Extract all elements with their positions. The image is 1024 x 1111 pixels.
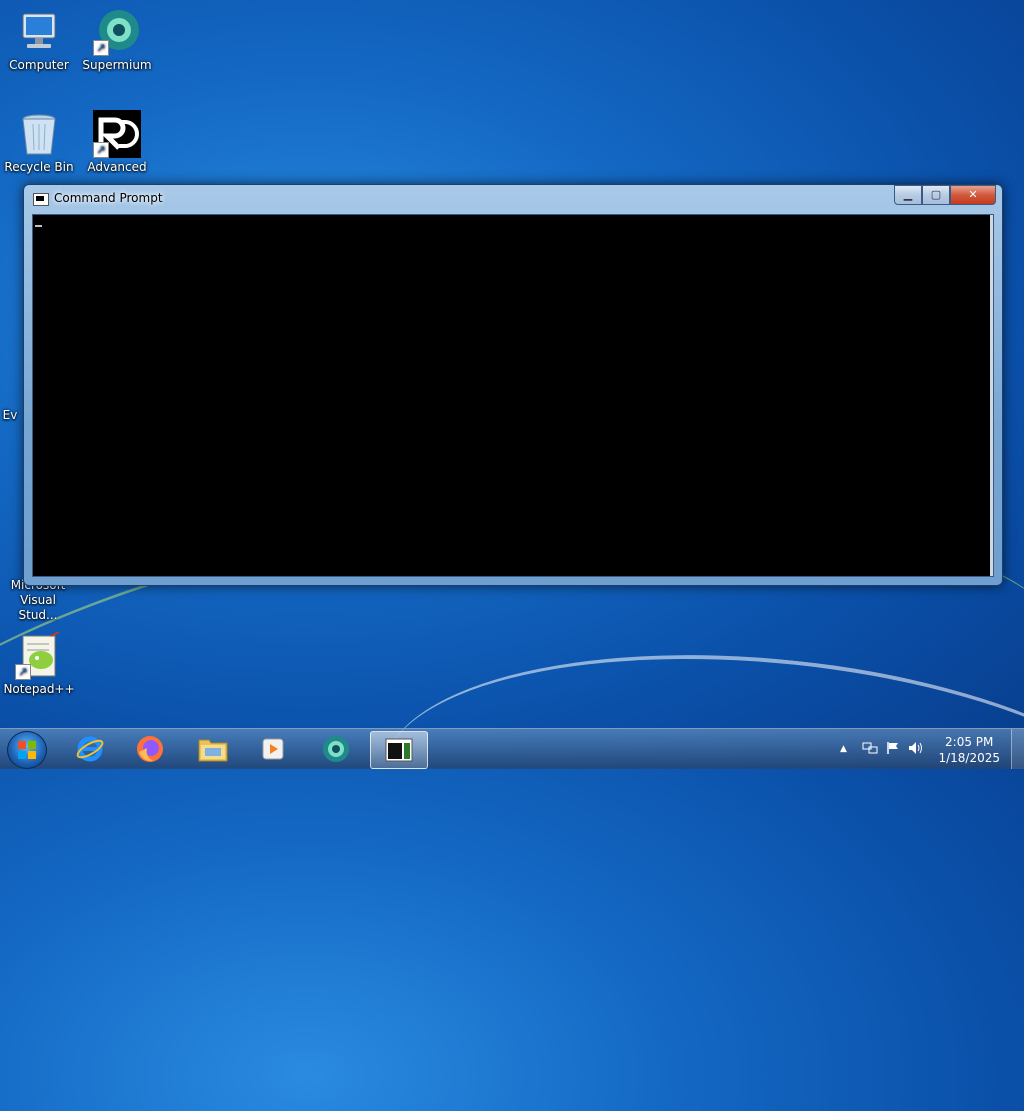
- show-hidden-icons-button[interactable]: ▲: [840, 744, 847, 754]
- desktop-icon-supermium[interactable]: ↗ Supermium: [79, 8, 155, 73]
- recycle-bin-icon: [15, 110, 63, 158]
- desktop-icon-label: Notepad++: [3, 682, 75, 696]
- clock-time: 2:05 PM: [945, 735, 994, 749]
- desktop-icon-computer[interactable]: Computer: [1, 8, 77, 73]
- clock[interactable]: 2:05 PM 1/18/2025: [938, 734, 1000, 766]
- windows-logo-icon: [18, 741, 36, 759]
- taskbar: ▲ 2:05 PM 1/18/2025: [0, 728, 1024, 769]
- computer-icon: [15, 8, 63, 56]
- desktop-icon-label: Advanced: [87, 160, 147, 174]
- desktop-icon-recycle-bin[interactable]: Recycle Bin: [1, 110, 77, 175]
- notepad-plus-plus-icon: ↗: [15, 631, 63, 680]
- minimize-button[interactable]: ▁: [894, 185, 922, 205]
- firefox-icon: [137, 736, 163, 762]
- shortcut-arrow-icon: ↗: [15, 664, 31, 680]
- taskbar-item-firefox[interactable]: [122, 731, 178, 767]
- show-desktop-button[interactable]: [1011, 729, 1024, 769]
- taskbar-item-command-prompt[interactable]: [370, 731, 428, 769]
- desktop-icon-label: Computer: [9, 58, 69, 72]
- advanced-app-icon: ↗: [93, 110, 141, 158]
- maximize-button[interactable]: ▢: [922, 185, 950, 205]
- volume-icon[interactable]: [908, 741, 924, 758]
- ie-icon: [76, 736, 104, 762]
- cmd-icon: [385, 738, 413, 762]
- desktop-icon-notepad-plus-plus[interactable]: ↗ Notepad++: [1, 631, 77, 697]
- console-area[interactable]: [32, 214, 994, 577]
- shortcut-arrow-icon: ↗: [93, 40, 109, 56]
- taskbar-item-media-player[interactable]: [245, 731, 301, 767]
- clock-date: 1/18/2025: [938, 751, 1000, 765]
- close-button[interactable]: ✕: [950, 185, 996, 205]
- shortcut-arrow-icon: ↗: [93, 142, 109, 158]
- supermium-icon: ↗: [93, 8, 141, 56]
- window-title: Command Prompt: [54, 191, 163, 205]
- desktop-icon-label: Recycle Bin: [4, 160, 74, 174]
- cmd-icon[interactable]: [33, 193, 49, 206]
- command-prompt-window[interactable]: Command Prompt ▁ ▢ ✕: [23, 184, 1003, 586]
- window-controls: ▁ ▢ ✕: [894, 185, 996, 205]
- network-icon[interactable]: [862, 741, 878, 758]
- folder-icon: [198, 739, 228, 762]
- vertical-scrollbar[interactable]: [990, 215, 993, 576]
- action-center-flag-icon[interactable]: [886, 741, 900, 758]
- taskbar-item-supermium[interactable]: [308, 731, 364, 767]
- media-player-icon: [262, 738, 284, 760]
- taskbar-item-internet-explorer[interactable]: [62, 731, 118, 767]
- window-titlebar[interactable]: Command Prompt ▁ ▢ ✕: [24, 185, 1002, 213]
- supermium-icon: [323, 736, 349, 762]
- start-button[interactable]: [7, 731, 47, 769]
- desktop-icon-advanced[interactable]: ↗ Advanced: [79, 110, 155, 175]
- desktop-icon-label: Supermium: [82, 58, 152, 72]
- desktop-icon-label: Ev: [2, 408, 18, 422]
- taskbar-item-file-explorer[interactable]: [185, 731, 241, 767]
- text-cursor: [35, 225, 42, 227]
- system-tray: ▲ 2:05 PM 1/18/2025: [834, 729, 1024, 769]
